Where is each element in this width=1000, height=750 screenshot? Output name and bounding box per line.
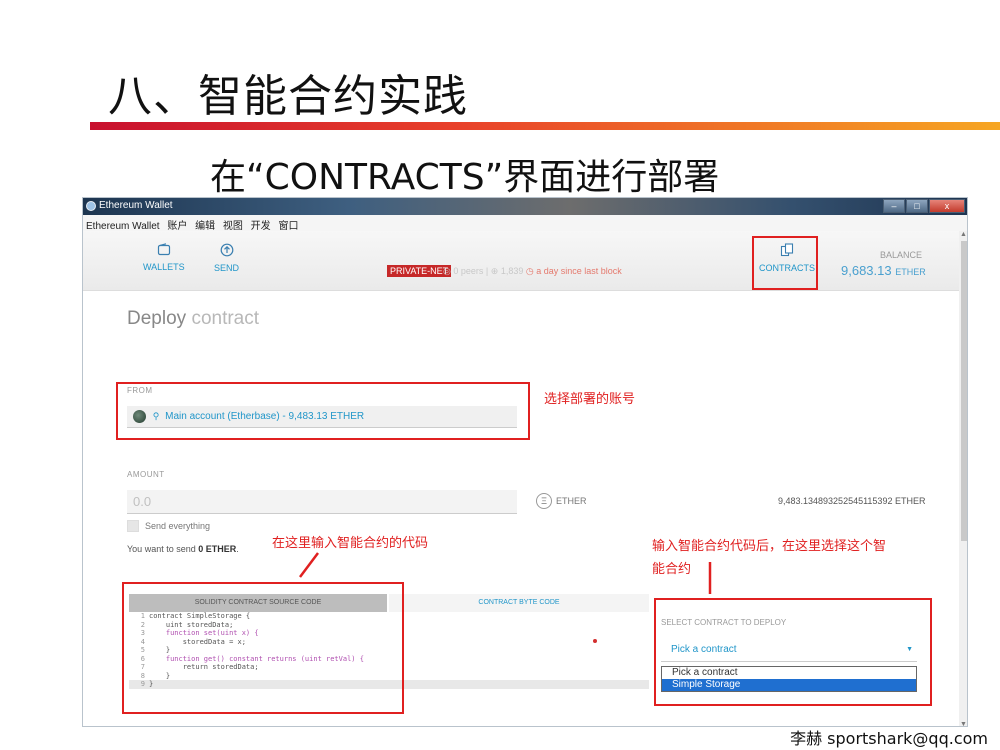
highlight-select-contract — [654, 598, 932, 706]
slide-footer: 李赫 sportshark@qq.com — [790, 729, 988, 748]
highlight-source-code — [122, 582, 404, 714]
annotation-arrow-code — [299, 552, 319, 578]
